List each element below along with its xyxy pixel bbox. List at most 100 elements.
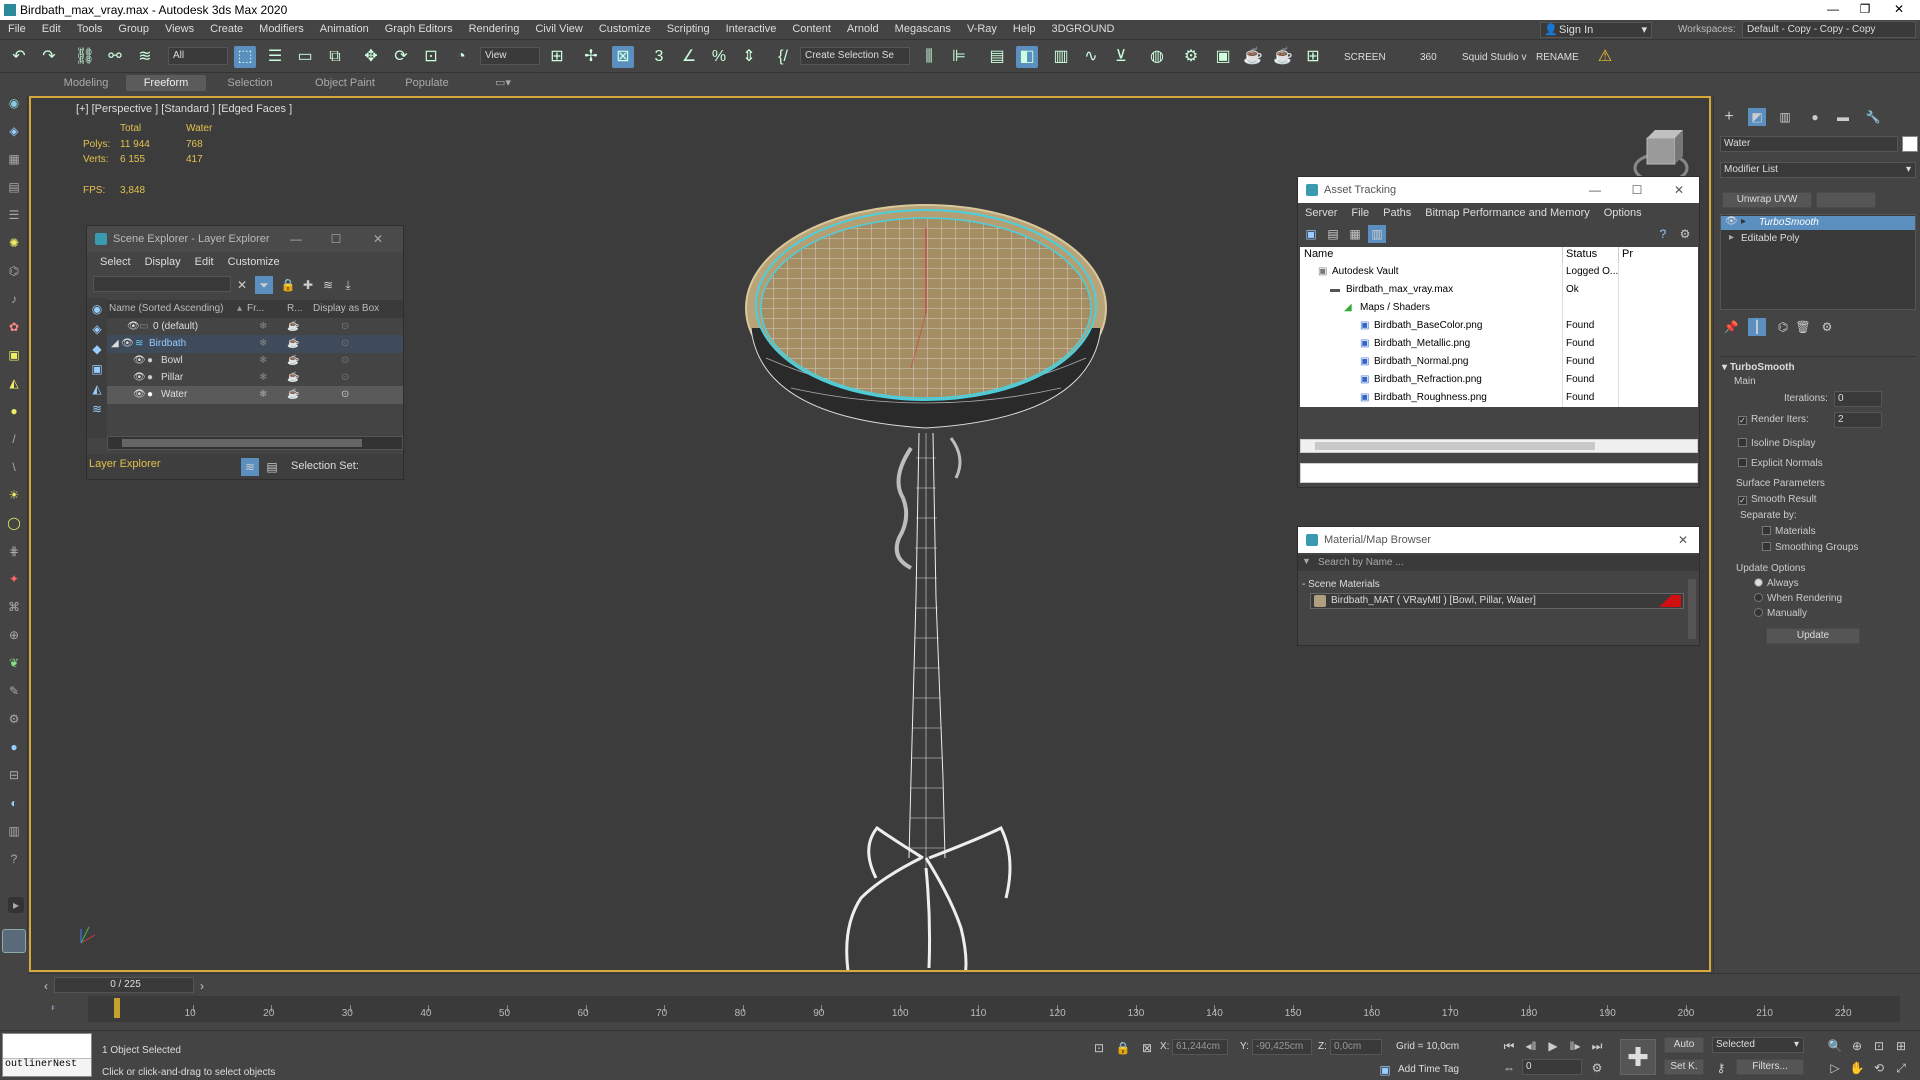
menu-options[interactable]: Options — [1597, 205, 1649, 221]
render-frame-window-icon[interactable]: ⊞ — [1302, 46, 1324, 68]
key-filter-dropdown[interactable]: Selected ▾ — [1712, 1037, 1804, 1053]
materials-checkbox[interactable]: Materials — [1762, 526, 1816, 537]
restore-icon[interactable]: ❐ — [1850, 2, 1880, 16]
col-name[interactable]: Name (Sorted Ascending) — [109, 300, 224, 318]
previous-frame-icon[interactable]: ◂‖ — [1522, 1037, 1540, 1055]
help-icon[interactable]: ? — [6, 851, 22, 867]
sphere-blue-icon[interactable]: ● — [6, 739, 22, 755]
menu-vray[interactable]: V-Ray — [959, 20, 1005, 40]
screen-label[interactable]: SCREEN — [1344, 52, 1386, 63]
sphere-icon[interactable]: ● — [6, 403, 22, 419]
auto-key-button[interactable]: Auto — [1664, 1037, 1704, 1053]
object-color-swatch[interactable] — [1902, 136, 1918, 152]
box-icon[interactable]: ▣ — [6, 347, 22, 363]
viewport-label[interactable]: [+] [Perspective ] [Standard ] [Edged Fa… — [76, 103, 292, 115]
warning-icon[interactable]: ⚠ — [1594, 46, 1616, 68]
box-toggle-icon[interactable]: ⊙ — [341, 369, 349, 387]
horizontal-scrollbar[interactable] — [107, 436, 403, 450]
move-icon[interactable]: ✥ — [360, 46, 382, 68]
zoom-all-icon[interactable]: ⊕ — [1848, 1037, 1866, 1055]
menu-rendering[interactable]: Rendering — [461, 20, 528, 40]
key-icon[interactable]: ⚷ — [1712, 1059, 1730, 1077]
time-tag-icon[interactable]: ▣ — [1376, 1061, 1394, 1079]
menu-megascans[interactable]: Megascans — [887, 20, 959, 40]
freeze-icon[interactable]: ❄ — [259, 318, 267, 336]
asset-row[interactable]: ▣ Birdbath_Roughness.png Found — [1300, 389, 1698, 407]
menu-tools[interactable]: Tools — [69, 20, 111, 40]
menu-group[interactable]: Group — [110, 20, 157, 40]
display-tab-icon[interactable]: ▬ — [1834, 108, 1852, 126]
play-icon[interactable]: ▶ — [1544, 1037, 1562, 1055]
time-cursor[interactable] — [114, 998, 120, 1018]
globe-icon[interactable]: ⊕ — [6, 627, 22, 643]
bind-space-warp-icon[interactable]: ≋ — [134, 46, 156, 68]
material-item[interactable]: Birdbath_MAT ( VRayMtl ) [Bowl, Pillar, … — [1310, 593, 1684, 609]
eye-icon[interactable]: 👁 — [133, 352, 146, 370]
asset-row[interactable]: ▣ Birdbath_Metallic.png Found — [1300, 335, 1698, 353]
material-search-input[interactable]: Search by Name ... — [1318, 557, 1404, 568]
viewport-layout-icon[interactable]: ◉ — [6, 95, 22, 111]
modifier-list-dropdown[interactable]: Modifier List ▾ — [1720, 162, 1916, 178]
filters-button[interactable]: Filters... — [1736, 1059, 1804, 1075]
render-setup-icon[interactable]: ⚙ — [1180, 46, 1202, 68]
menu-display[interactable]: Display — [138, 254, 188, 270]
curve-editor-icon[interactable]: ∿ — [1080, 46, 1102, 68]
layer-icon[interactable]: ◈ — [6, 123, 22, 139]
orbit-icon[interactable]: ⟲ — [1870, 1059, 1888, 1077]
box-toggle-icon[interactable]: ⊙ — [341, 386, 349, 404]
empty-modifier-button[interactable] — [1816, 192, 1876, 208]
grid-icon[interactable]: ⋕ — [6, 543, 22, 559]
maximize-icon[interactable]: ☐ — [1624, 177, 1650, 203]
unwrap-uvw-button[interactable]: Unwrap UVW — [1722, 192, 1812, 208]
asset-path-field[interactable] — [1300, 463, 1698, 483]
selection-filter-dropdown[interactable]: All — [168, 47, 228, 65]
freeze-icon[interactable]: ❄ — [259, 369, 267, 387]
snaps-toggle-icon[interactable]: 3 — [648, 46, 670, 68]
configure-modifier-sets-icon[interactable]: ⚙ — [1818, 318, 1836, 336]
ribbon-options-icon[interactable]: ▭▾ — [488, 75, 518, 91]
helper-icon[interactable]: ⌬ — [6, 263, 22, 279]
table-view-icon[interactable]: ▦ — [1346, 225, 1364, 243]
hierarchy-tab-icon[interactable]: ▥ — [1776, 108, 1794, 126]
maxscript-input[interactable]: outlinerNest — [3, 1058, 91, 1076]
maxscript-listener[interactable]: outlinerNest — [2, 1033, 92, 1077]
smooth-result-checkbox[interactable]: ✓ Smooth Result — [1738, 494, 1817, 505]
menu-interactive[interactable]: Interactive — [718, 20, 785, 40]
named-selection-icon[interactable]: {/ — [772, 46, 794, 68]
align-icon[interactable]: ⊫ — [948, 46, 970, 68]
add-time-tag-label[interactable]: Add Time Tag — [1398, 1064, 1459, 1075]
object-row[interactable]: 👁 ● Pillar ❄ ☕ ⊙ — [107, 369, 403, 387]
zoom-extents-icon[interactable]: ⊡ — [1870, 1037, 1888, 1055]
selection-set-dropdown[interactable]: Create Selection Se — [800, 47, 910, 65]
remove-modifier-icon[interactable]: 🗑 — [1794, 318, 1812, 336]
menu-customize[interactable]: Customize — [221, 254, 287, 270]
eye-icon[interactable]: 👁 — [133, 386, 146, 404]
effects-icon[interactable]: ✿ — [6, 319, 22, 335]
display-geometry-icon[interactable]: ◈ — [88, 320, 106, 338]
menu-3dground[interactable]: 3DGROUND — [1044, 20, 1123, 40]
current-frame-field[interactable]: 0 — [1522, 1059, 1582, 1075]
shape-icon[interactable]: ◭ — [6, 375, 22, 391]
iterations-spinner[interactable]: 0 — [1834, 391, 1882, 407]
object-name-field[interactable]: Water — [1720, 136, 1898, 152]
undo-icon[interactable]: ↶ — [8, 46, 30, 68]
toggle-scene-explorer-icon[interactable]: ▤ — [986, 46, 1008, 68]
tab-selection[interactable]: Selection — [210, 75, 290, 91]
workspace-dropdown[interactable]: Default - Copy - Copy - Copy — [1742, 21, 1916, 38]
menu-content[interactable]: Content — [784, 20, 839, 40]
select-object-icon[interactable]: ⬚ — [234, 46, 256, 68]
lock-icon[interactable]: 🔒 — [279, 276, 297, 294]
sign-in-dropdown[interactable]: 👤 Sign In ▾ — [1540, 22, 1652, 38]
always-radio[interactable]: Always — [1754, 578, 1799, 589]
freeze-icon[interactable]: ❄ — [259, 352, 267, 370]
time-config-icon[interactable]: ⚙ — [1588, 1059, 1606, 1077]
col-status[interactable]: Status — [1566, 248, 1597, 260]
redo-icon[interactable]: ↷ — [38, 46, 60, 68]
eye-icon[interactable]: 👁 — [121, 335, 134, 353]
menu-scripting[interactable]: Scripting — [659, 20, 718, 40]
asset-row[interactable]: ◢ Maps / Shaders — [1300, 299, 1698, 317]
render-production-icon[interactable]: ☕ — [1242, 46, 1264, 68]
next-frame-arrow-icon[interactable]: › — [196, 977, 208, 995]
display-cameras-icon[interactable]: ◭ — [88, 380, 106, 398]
freeze-icon[interactable]: ❄ — [259, 386, 267, 404]
